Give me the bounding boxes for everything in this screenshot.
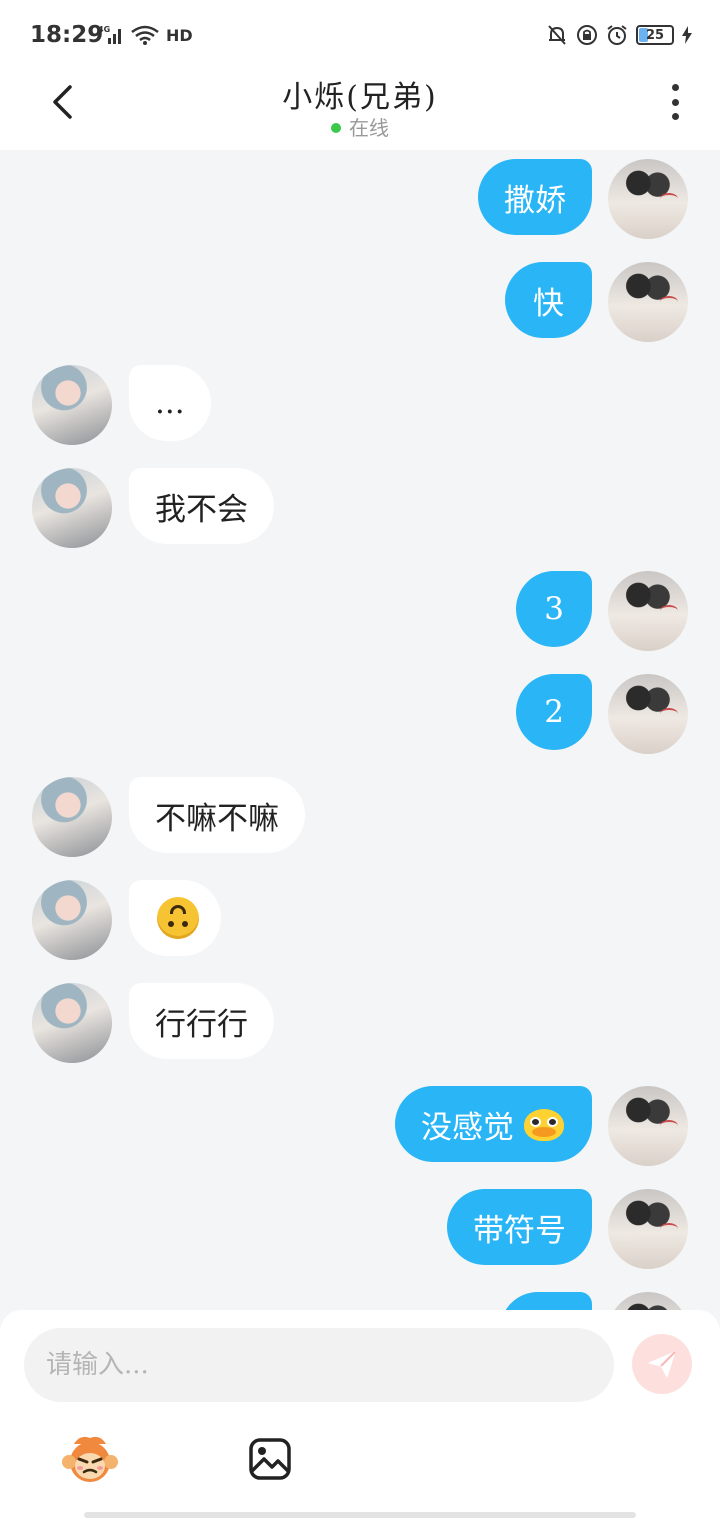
signal-icon: 4G — [98, 24, 124, 46]
my-avatar[interactable] — [608, 1086, 688, 1166]
alarm-icon — [606, 24, 628, 46]
my-avatar[interactable] — [608, 262, 688, 342]
contact-avatar[interactable] — [32, 880, 112, 960]
contact-avatar[interactable] — [32, 365, 112, 445]
message-row: 不嘛不嘛 — [0, 776, 720, 857]
my-avatar[interactable] — [608, 1189, 688, 1269]
home-indicator — [84, 1512, 636, 1518]
message-bubble[interactable]: 没感觉 — [395, 1086, 592, 1162]
online-status: 在线 — [0, 112, 720, 141]
sticker-button[interactable] — [60, 1434, 120, 1486]
message-bubble[interactable]: 带符号 — [447, 1189, 592, 1265]
charging-icon — [682, 26, 692, 44]
message-row: 我不会 — [0, 467, 720, 548]
message-bubble[interactable]: 3 — [516, 571, 592, 647]
message-row — [0, 1291, 720, 1310]
contact-avatar[interactable] — [32, 983, 112, 1063]
message-row: 带符号 — [0, 1188, 720, 1269]
composer — [0, 1310, 720, 1520]
online-status-label: 在线 — [349, 116, 389, 140]
my-avatar[interactable] — [608, 674, 688, 754]
message-list[interactable]: 撒娇 快 ... 我不会 3 2 不嘛不嘛 行行行 没感觉 带符号 — [0, 150, 720, 1310]
message-text: 没感觉 — [421, 1109, 514, 1146]
message-row: ... — [0, 364, 720, 445]
contact-avatar[interactable] — [32, 468, 112, 548]
svg-text:4G: 4G — [98, 25, 110, 34]
more-dot-icon — [671, 113, 679, 120]
message-row: 撒娇 — [0, 158, 720, 239]
image-icon — [249, 1438, 291, 1480]
mute-bell-icon — [546, 24, 568, 46]
chat-header: 小烁(兄弟) 在线 — [0, 72, 720, 150]
my-avatar[interactable] — [608, 159, 688, 239]
wifi-icon — [130, 24, 160, 46]
upside-down-face-icon — [157, 897, 199, 939]
message-row: 没感觉 — [0, 1085, 720, 1166]
message-bubble[interactable]: 2 — [516, 674, 592, 750]
message-bubble[interactable]: 不嘛不嘛 — [129, 777, 305, 853]
message-bubble[interactable]: 行行行 — [129, 983, 274, 1059]
my-avatar[interactable] — [608, 1292, 688, 1310]
message-input[interactable] — [24, 1328, 614, 1402]
message-bubble[interactable]: 我不会 — [129, 468, 274, 544]
image-picker-button[interactable] — [247, 1436, 293, 1482]
monkey-sticker-icon — [62, 1436, 118, 1482]
status-time: 18:29 — [30, 22, 104, 48]
message-row — [0, 879, 720, 960]
message-row: 快 — [0, 261, 720, 342]
hd-icon: HD — [166, 25, 193, 45]
message-bubble[interactable]: 撒娇 — [478, 159, 592, 235]
my-avatar[interactable] — [608, 571, 688, 651]
lock-rotation-icon — [576, 24, 598, 46]
online-dot-icon — [331, 122, 341, 133]
message-row: 行行行 — [0, 982, 720, 1063]
more-dot-icon — [671, 84, 679, 91]
more-dot-icon — [671, 98, 679, 106]
send-plane-icon — [648, 1351, 676, 1378]
message-bubble[interactable] — [129, 880, 221, 956]
contact-name: 小烁(兄弟) — [282, 80, 438, 115]
message-bubble[interactable] — [500, 1292, 592, 1310]
message-row: 2 — [0, 673, 720, 754]
message-bubble[interactable]: 快 — [505, 262, 592, 338]
message-bubble[interactable]: ... — [129, 365, 211, 441]
status-bar: 18:29 4G HD 25 — [0, 0, 720, 72]
battery-icon: 25 — [636, 25, 674, 45]
contact-avatar[interactable] — [32, 777, 112, 857]
duck-sticker-icon — [522, 1105, 566, 1143]
more-options-button[interactable] — [660, 82, 690, 122]
send-button[interactable] — [632, 1334, 692, 1394]
message-row: 3 — [0, 570, 720, 651]
